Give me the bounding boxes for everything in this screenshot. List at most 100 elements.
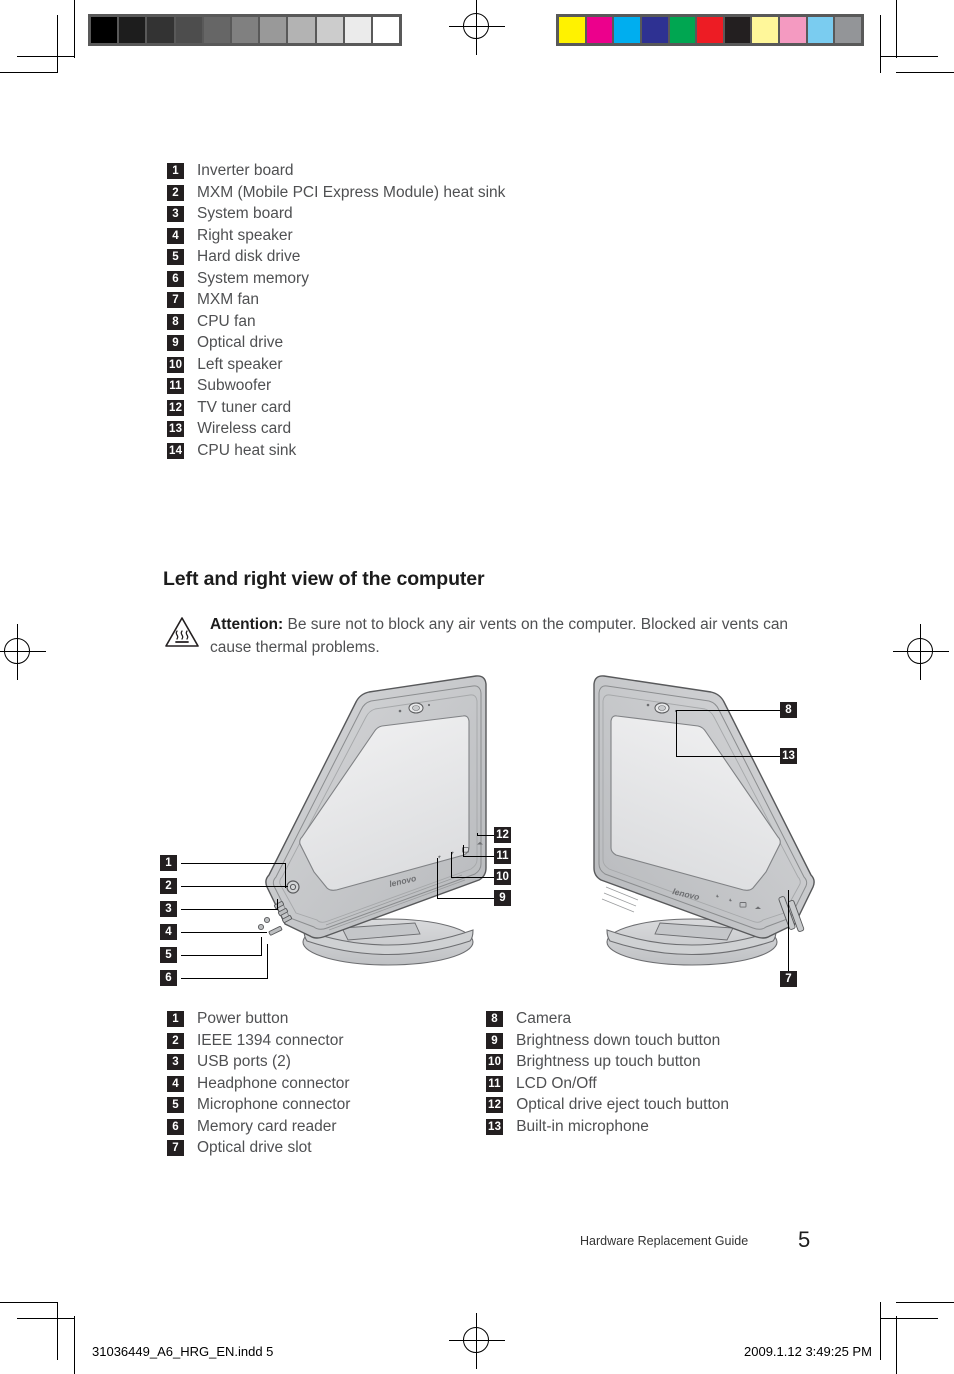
registration-mark-left [0, 624, 46, 680]
component-item-row: 10 Left speaker [167, 356, 505, 373]
legend-left-item-label: Memory card reader [197, 1117, 337, 1135]
component-item-number-12: 12 [167, 399, 185, 416]
leader-line-right-7-v [788, 890, 789, 971]
legend-left-item-label: USB ports (2) [197, 1053, 291, 1070]
color-swatch-10 [835, 17, 862, 43]
crop-mark-top-right-v [896, 0, 897, 58]
component-item-number-8: 8 [167, 313, 184, 330]
component-item-number-2: 2 [167, 184, 184, 201]
grayscale-swatch-4 [203, 17, 230, 43]
legend-left-item-row: 2 IEEE 1394 connector [167, 1032, 350, 1049]
grayscale-swatch-8 [316, 17, 343, 43]
component-item-label: System memory [197, 269, 309, 287]
leader-line-left-9 [437, 898, 494, 899]
leader-line-left-11 [463, 856, 494, 857]
leader-line-left-11-v [463, 845, 464, 857]
legend-right-item-number-13: 13 [486, 1118, 504, 1135]
legend-left-item-number-1: 1 [167, 1011, 184, 1027]
legend-left-item-number-6: 6 [167, 1118, 184, 1135]
attention-body: Be sure not to block any air vents on th… [210, 616, 789, 656]
component-item-number-7: 7 [167, 292, 184, 308]
color-swatch-3 [641, 17, 668, 43]
crop-mark-bottom-right-v [896, 1316, 897, 1374]
legend-left-item-row: 4 Headphone connector [167, 1075, 350, 1092]
component-item-number-3: 3 [167, 206, 184, 222]
legend-left-item-row: 3 USB ports (2) [167, 1054, 350, 1070]
legend-left-item-number-5: 5 [167, 1097, 184, 1113]
crop-mark-inner-top-right-h [880, 56, 938, 57]
component-item-label: Inverter board [197, 162, 294, 179]
legend-right-item-number-12: 12 [486, 1097, 504, 1113]
leader-line-left-12-v [477, 833, 478, 836]
callout-left-11: 11 [494, 848, 511, 864]
component-item-row: 1 Inverter board [167, 163, 505, 179]
grayscale-swatch-6 [260, 17, 287, 43]
crop-mark-inner-top-left-h [17, 56, 75, 57]
component-item-label: System board [197, 205, 293, 222]
crop-mark-bottom-left-v [74, 1316, 75, 1374]
component-item-label: CPU fan [197, 312, 256, 330]
registration-mark-bottom [449, 1313, 505, 1369]
leader-line-left-9-v [437, 858, 438, 899]
crop-mark-inner-bottom-right-v [880, 1302, 881, 1360]
legend-left-item-label: Microphone connector [197, 1096, 351, 1113]
grayscale-swatch-3 [175, 17, 202, 43]
legend-right-item-label: Optical drive eject touch button [516, 1096, 730, 1113]
callout-left-1: 1 [160, 855, 177, 871]
legend-right-item-row: 10 Brightness up touch button [486, 1054, 729, 1070]
grayscale-calibration-bar [88, 14, 402, 46]
crop-mark-inner-top-left-v [57, 15, 58, 73]
legend-right-item-row: 8 Camera [486, 1011, 729, 1027]
grayscale-swatch-2 [147, 17, 174, 43]
document-page: 1 Inverter board 2 MXM (Mobile PCI Express … [0, 0, 954, 1374]
color-swatch-7 [752, 17, 779, 43]
component-item-number-9: 9 [167, 335, 184, 351]
color-swatch-2 [614, 17, 640, 43]
crop-mark-top-left-h [0, 72, 58, 73]
legend-left-item-label: Optical drive slot [197, 1139, 312, 1156]
crop-mark-top-right-h [896, 72, 954, 73]
crop-mark-inner-bottom-left-h [17, 1318, 75, 1319]
component-item-label: Hard disk drive [197, 248, 301, 265]
leader-line-right-7-diag [788, 890, 789, 891]
callout-left-5: 5 [160, 947, 177, 963]
legend-right-item-label: LCD On/Off [516, 1074, 597, 1092]
component-item-number-6: 6 [167, 270, 184, 287]
component-item-row: 14 CPU heat sink [167, 442, 505, 459]
leader-line-left-6 [181, 978, 267, 979]
components-list: 1 Inverter board 2 MXM (Mobile PCI Express … [167, 163, 505, 464]
crop-mark-inner-bottom-left-v [57, 1302, 58, 1360]
grayscale-swatch-7 [288, 17, 315, 43]
color-swatch-1 [586, 17, 613, 43]
callout-left-10: 10 [494, 869, 511, 885]
leader-line-left-12 [477, 835, 494, 836]
grayscale-swatch-1 [119, 17, 146, 43]
callout-left-9: 9 [494, 890, 511, 906]
leader-line-right-8 [676, 710, 780, 711]
component-item-row: 12 TV tuner card [167, 399, 505, 416]
illustration-right-view: lenovo [560, 672, 850, 972]
component-item-row: 5 Hard disk drive [167, 249, 505, 265]
component-item-row: 13 Wireless card [167, 421, 505, 437]
callout-left-3: 3 [160, 901, 177, 917]
color-swatch-8 [780, 17, 806, 43]
color-swatch-4 [669, 17, 696, 43]
grayscale-swatch-0 [91, 17, 118, 43]
legend-right-item-number-9: 9 [486, 1032, 503, 1049]
crop-mark-top-left-v [74, 0, 75, 58]
leader-line-left-2 [181, 886, 288, 887]
grayscale-swatch-9 [344, 17, 371, 43]
color-swatch-9 [807, 17, 834, 43]
legend-right-item-label: Brightness up touch button [516, 1053, 701, 1070]
legend-right-item-row: 11 LCD On/Off [486, 1074, 729, 1092]
attention-note: Attention: Be sure not to block any air … [163, 613, 810, 659]
legend-left-item-row: 7 Optical drive slot [167, 1140, 350, 1156]
component-item-label: MXM fan [197, 291, 260, 308]
page-number: 5 [798, 1227, 811, 1252]
attention-text: Attention: Be sure not to block any air … [210, 613, 810, 659]
crop-mark-inner-bottom-right-h [880, 1318, 938, 1319]
component-item-row: 8 CPU fan [167, 312, 505, 330]
leader-line-left-3 [181, 909, 277, 910]
registration-mark-right [893, 624, 949, 680]
legend-right-item-row: 12 Optical drive eject touch button [486, 1097, 729, 1113]
